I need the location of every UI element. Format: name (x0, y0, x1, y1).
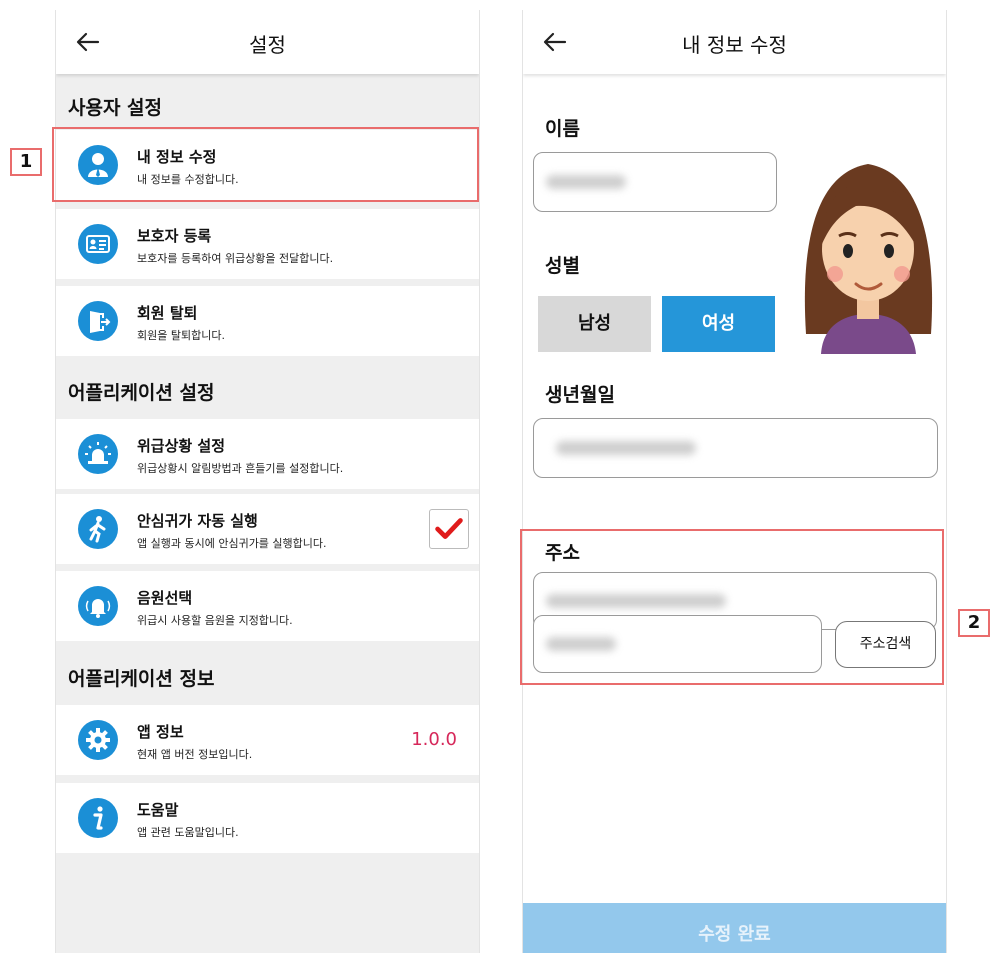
annotation-highlight-2 (520, 529, 944, 685)
menu-item-label: 앱 정보 (137, 723, 184, 741)
menu-item-desc: 보호자를 등록하여 위급상황을 전달합니다. (137, 252, 334, 265)
menu-item-label: 회원 탈퇴 (137, 304, 198, 322)
redacted-birthdate (556, 441, 696, 455)
walking-person-icon (78, 509, 118, 549)
menu-item-desc: 앱 실행과 동시에 안심귀가를 실행합니다. (137, 537, 327, 550)
menu-item-desc: 앱 관련 도움말입니다. (137, 826, 239, 839)
section-title-user: 사용자 설정 (68, 97, 163, 119)
gender-male-button[interactable]: 남성 (538, 296, 651, 352)
version-number: 1.0.0 (411, 729, 457, 750)
submit-button[interactable]: 수정 완료 (523, 903, 946, 953)
name-input[interactable] (533, 152, 777, 212)
menu-item-label: 보호자 등록 (137, 227, 212, 245)
edit-app-bar: 내 정보 수정 (523, 10, 946, 74)
section-title-app-settings: 어플리케이션 설정 (68, 382, 215, 404)
gender-female-button[interactable]: 여성 (662, 296, 775, 352)
profile-avatar (804, 164, 933, 354)
menu-item-auto-safe-return[interactable]: 안심귀가 자동 실행 앱 실행과 동시에 안심귀가를 실행합니다. (56, 494, 479, 564)
name-label: 이름 (545, 118, 580, 140)
menu-item-app-info[interactable]: 앱 정보 현재 앱 버전 정보입니다. 1.0.0 (56, 705, 479, 775)
menu-item-guardian-register[interactable]: 보호자 등록 보호자를 등록하여 위급상황을 전달합니다. (56, 209, 479, 279)
settings-app-bar: 설정 (56, 10, 479, 74)
menu-item-emergency-settings[interactable]: 위급상황 설정 위급상황시 알림방법과 흔들기를 설정합니다. (56, 419, 479, 489)
menu-item-label: 위급상황 설정 (137, 437, 226, 455)
menu-item-label: 도움말 (137, 801, 179, 819)
annotation-highlight-1 (52, 127, 479, 202)
redacted-name (546, 175, 626, 189)
menu-item-sound-select[interactable]: 음원선택 위급시 사용할 음원을 지정합니다. (56, 571, 479, 641)
checkmark-icon (435, 518, 463, 539)
info-icon (78, 798, 118, 838)
annotation-badge-1: 1 (10, 148, 42, 176)
section-title-app-info: 어플리케이션 정보 (68, 668, 215, 690)
menu-item-desc: 현재 앱 버전 정보입니다. (137, 748, 253, 761)
birth-input[interactable] (533, 418, 938, 478)
menu-item-label: 음원선택 (137, 589, 193, 607)
exit-door-icon (78, 301, 118, 341)
menu-item-desc: 위급상황시 알림방법과 흔들기를 설정합니다. (137, 462, 344, 475)
menu-item-help[interactable]: 도움말 앱 관련 도움말입니다. (56, 783, 479, 853)
gender-label: 성별 (545, 255, 580, 277)
birth-label: 생년월일 (545, 384, 615, 406)
id-card-icon (78, 224, 118, 264)
menu-item-label: 안심귀가 자동 실행 (137, 512, 258, 530)
menu-item-desc: 회원을 탈퇴합니다. (137, 329, 225, 342)
siren-icon (78, 434, 118, 474)
page-title: 설정 (249, 33, 286, 57)
screenshot-stage: 설정 사용자 설정 내 정보 수정 내 정보를 수정합니다. 보호자 등록 보호… (0, 0, 995, 953)
annotation-badge-2: 2 (958, 609, 990, 637)
menu-item-desc: 위급시 사용할 음원을 지정합니다. (137, 614, 293, 627)
page-title: 내 정보 수정 (682, 33, 787, 57)
gear-icon (78, 720, 118, 760)
bell-icon (78, 586, 118, 626)
auto-run-checkbox[interactable] (429, 509, 469, 549)
menu-item-withdraw[interactable]: 회원 탈퇴 회원을 탈퇴합니다. (56, 286, 479, 356)
edit-profile-screen: 내 정보 수정 이름 성별 남성 여성 생년월일 주소 주소검색 수정 완료 (522, 10, 947, 953)
